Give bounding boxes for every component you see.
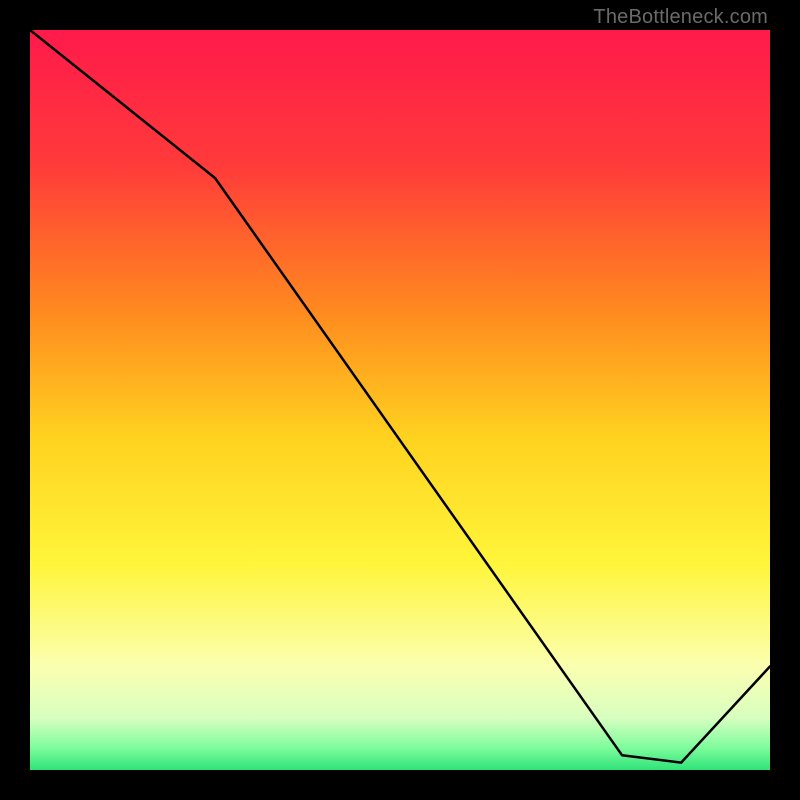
gradient-background xyxy=(30,30,770,770)
chart-frame xyxy=(30,30,770,770)
bottleneck-chart xyxy=(30,30,770,770)
watermark-text: TheBottleneck.com xyxy=(593,6,768,29)
